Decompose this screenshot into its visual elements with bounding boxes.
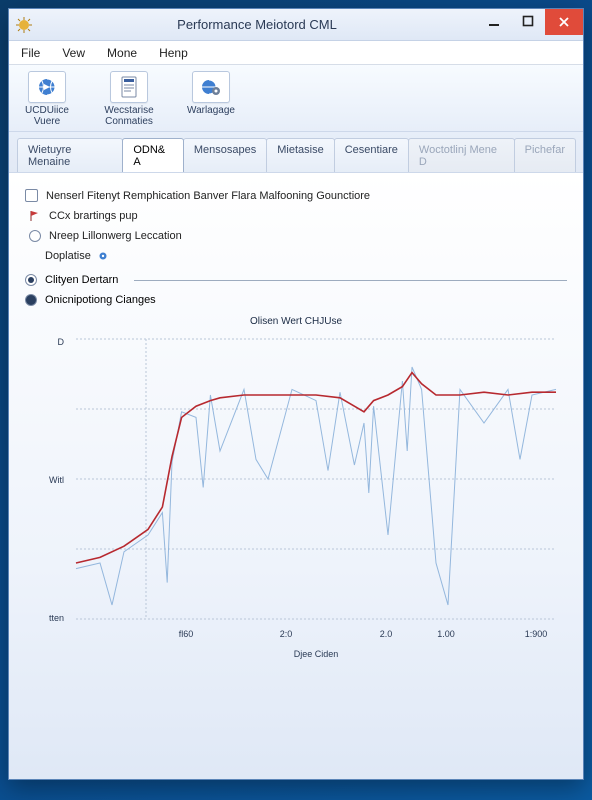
app-window: Performance Meiotord CML File Vew Mone H… — [8, 8, 584, 780]
radio-selected-icon[interactable] — [25, 274, 37, 286]
close-button[interactable] — [545, 9, 583, 35]
toolbar: UCDUiice Vuere Wecstarise Conmaties Warl… — [9, 65, 583, 132]
tab-0[interactable]: Wietuyre Menaine — [17, 138, 123, 172]
option-plain: Doplatise — [25, 250, 567, 262]
section-1[interactable]: Clityen Dertarn — [25, 274, 567, 286]
tab-6[interactable]: Pichefar — [514, 138, 576, 172]
tab-4[interactable]: Cesentiare — [334, 138, 409, 172]
chart-grid — [76, 339, 556, 619]
option-check-1-label: Nenserl Fitenyt Remphication Banver Flar… — [46, 190, 370, 202]
tab-5[interactable]: Woctotlinj Mene D — [408, 138, 515, 172]
section-1-label: Clityen Dertarn — [45, 274, 118, 286]
tab-2[interactable]: Mensosapes — [183, 138, 267, 172]
red-flag-icon — [29, 210, 41, 222]
toolbar-button-1[interactable]: Wecstarise Conmaties — [99, 71, 159, 127]
divider — [134, 280, 567, 281]
toolbar-label-1: Wecstarise Conmaties — [99, 105, 159, 127]
option-plain-label: Doplatise — [45, 250, 91, 262]
radio-filled-icon[interactable] — [25, 294, 37, 306]
menu-more[interactable]: Mone — [103, 44, 141, 62]
chart-series-background — [76, 367, 556, 605]
svg-text:Witl: Witl — [49, 475, 64, 485]
svg-text:2.0: 2.0 — [380, 629, 393, 639]
document-lines-icon — [110, 71, 148, 103]
svg-text:D: D — [58, 337, 65, 347]
chart-area: Olisen Wert CHJUse D Witl tten — [25, 316, 567, 769]
blue-dot-icon — [97, 250, 109, 262]
gear-star-icon — [15, 16, 33, 34]
minimize-button[interactable] — [477, 9, 511, 33]
content-pane: Nenserl Fitenyt Remphication Banver Flar… — [9, 173, 583, 779]
globe-cog-icon — [192, 71, 230, 103]
line-chart: D Witl tten fl60 2:0 2.0 1.00 1:900 Djee… — [25, 329, 567, 669]
menu-file[interactable]: File — [17, 44, 44, 62]
radio-icon[interactable] — [29, 230, 41, 242]
option-radio-1[interactable]: CCx brartings pup — [25, 210, 567, 222]
toolbar-label-0: UCDUiice Vuere — [17, 105, 77, 127]
menubar: File Vew Mone Henp — [9, 41, 583, 65]
section-2-label: Onicnipotiong Cianges — [45, 294, 156, 306]
tabstrip: Wietuyre Menaine ODN& A Mensosapes Mieta… — [9, 132, 583, 173]
checkbox-icon[interactable] — [25, 189, 38, 202]
titlebar[interactable]: Performance Meiotord CML — [9, 9, 583, 41]
option-radio-1-label: CCx brartings pup — [49, 210, 138, 222]
menu-view[interactable]: Vew — [58, 44, 89, 62]
maximize-button[interactable] — [511, 9, 545, 33]
globe-arrow-icon — [28, 71, 66, 103]
svg-text:2:0: 2:0 — [280, 629, 293, 639]
option-check-1[interactable]: Nenserl Fitenyt Remphication Banver Flar… — [25, 189, 567, 202]
svg-text:1.00: 1.00 — [437, 629, 455, 639]
x-axis-label: Djee Ciden — [294, 649, 339, 659]
tab-3[interactable]: Mietasise — [266, 138, 334, 172]
window-title: Performance Meiotord CML — [37, 17, 477, 32]
toolbar-button-2[interactable]: Warlagage — [181, 71, 241, 127]
tab-1[interactable]: ODN& A — [122, 138, 184, 172]
svg-text:1:900: 1:900 — [525, 629, 548, 639]
option-radio-2[interactable]: Nreep Lillonwerg Leccation — [25, 230, 567, 242]
section-2[interactable]: Onicnipotiong Cianges — [25, 294, 567, 306]
window-controls — [477, 9, 583, 40]
x-axis: fl60 2:0 2.0 1.00 1:900 Djee Ciden — [179, 629, 548, 659]
svg-text:fl60: fl60 — [179, 629, 194, 639]
chart-title: Olisen Wert CHJUse — [25, 316, 567, 327]
menu-help[interactable]: Henp — [155, 44, 192, 62]
toolbar-label-2: Warlagage — [181, 105, 241, 116]
toolbar-button-0[interactable]: UCDUiice Vuere — [17, 71, 77, 127]
option-radio-2-label: Nreep Lillonwerg Leccation — [49, 230, 182, 242]
svg-text:tten: tten — [49, 613, 64, 623]
y-axis: D Witl tten — [49, 337, 65, 623]
